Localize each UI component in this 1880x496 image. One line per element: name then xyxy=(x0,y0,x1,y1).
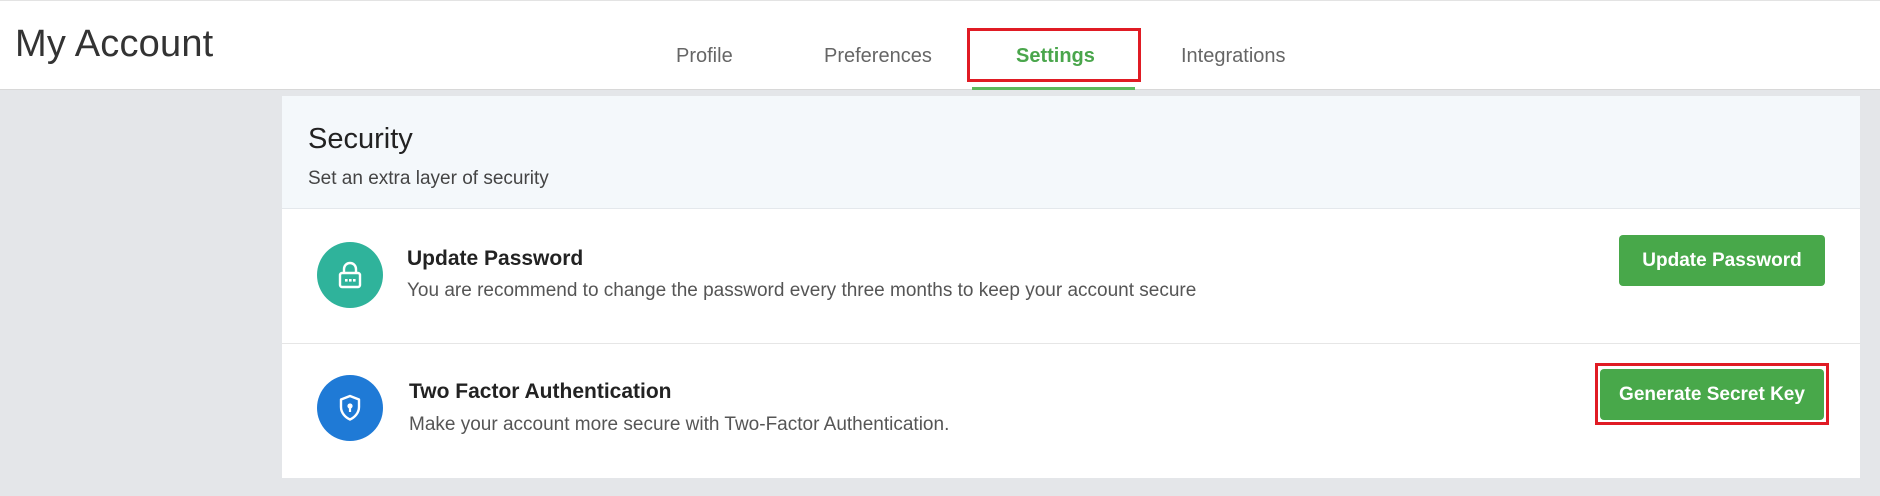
update-password-row: Update Password You are recommend to cha… xyxy=(282,210,1860,344)
active-tab-indicator xyxy=(972,87,1135,90)
account-tabs: Profile Preferences Settings Integration… xyxy=(0,1,1880,91)
two-factor-row: Two Factor Authentication Make your acco… xyxy=(282,344,1860,478)
security-section-header: Security Set an extra layer of security xyxy=(282,96,1860,209)
tab-preferences[interactable]: Preferences xyxy=(824,45,932,68)
update-password-button[interactable]: Update Password xyxy=(1619,235,1825,286)
security-title: Security xyxy=(308,123,413,155)
security-panel: Security Set an extra layer of security … xyxy=(282,96,1860,478)
security-subtitle: Set an extra layer of security xyxy=(308,168,549,189)
generate-secret-key-button[interactable]: Generate Secret Key xyxy=(1600,369,1824,420)
shield-icon xyxy=(317,375,383,441)
update-password-title: Update Password xyxy=(407,247,584,270)
header-bar: My Account Profile Preferences Settings … xyxy=(0,0,1880,90)
two-factor-description: Make your account more secure with Two-F… xyxy=(409,414,950,435)
lock-icon xyxy=(317,242,383,308)
update-password-description: You are recommend to change the password… xyxy=(407,280,1197,301)
tab-profile[interactable]: Profile xyxy=(676,45,733,68)
tab-settings[interactable]: Settings xyxy=(1016,45,1095,68)
two-factor-title: Two Factor Authentication xyxy=(409,380,672,403)
tab-integrations[interactable]: Integrations xyxy=(1181,45,1286,68)
